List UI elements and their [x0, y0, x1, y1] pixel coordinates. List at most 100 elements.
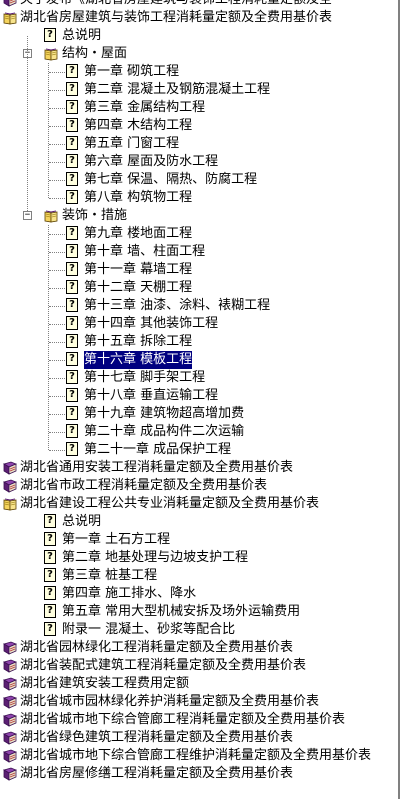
tree-connector-line	[49, 396, 65, 397]
tree-item-label: 结构・屋面	[62, 46, 128, 61]
open-book-icon	[3, 11, 17, 25]
closed-book-icon	[3, 641, 17, 655]
tree-item-label: 湖北省园林绿化工程消耗量定额及全费用基价表	[20, 640, 294, 655]
tree-item-label: 湖北省房屋建筑与装饰工程消耗量定额及全费用基价表	[20, 10, 333, 25]
tree-connector-line	[49, 90, 65, 91]
tree-item-label: 第八章 构筑物工程	[84, 190, 193, 205]
closed-book-icon	[3, 713, 17, 727]
tree-item[interactable]: 结构・屋面	[0, 45, 400, 63]
tree-item[interactable]: 湖北省市政工程消耗量定额及全费用基价表	[0, 477, 400, 495]
tree-connector-line	[27, 36, 28, 211]
help-topic-icon	[66, 172, 78, 186]
tree-connector-line	[49, 162, 65, 163]
tree-item-label: 第一章 土石方工程	[62, 532, 171, 547]
tree-connector-line	[49, 342, 65, 343]
help-topic-icon	[44, 604, 56, 618]
tree-connector-line	[49, 450, 65, 451]
help-topic-icon	[44, 568, 56, 582]
tree-connector-line	[49, 432, 65, 433]
tree-item-label: 第二章 混凝土及钢筋混凝土工程	[84, 82, 271, 97]
help-topic-icon	[66, 352, 78, 366]
tree-item[interactable]: 湖北省建设工程公共专业消耗量定额及全费用基价表	[0, 495, 400, 513]
tree-item-label: 关于发布《湖北省房屋建筑与装饰工程消耗量定额及全	[20, 0, 332, 9]
closed-book-icon	[3, 767, 17, 781]
help-topic-icon	[66, 136, 78, 150]
help-topic-icon	[66, 244, 78, 258]
tree-item[interactable]: 湖北省通用安装工程消耗量定额及全费用基价表	[0, 459, 400, 477]
help-topic-icon	[44, 550, 56, 564]
tree-connector-line	[48, 63, 49, 198]
help-topic-icon	[66, 262, 78, 276]
contents-tree[interactable]: 关于发布《湖北省房屋建筑与装饰工程消耗量定额及全湖北省房屋建筑与装饰工程消耗量定…	[0, 0, 400, 799]
tree-item-label: 第十章 墙、柱面工程	[84, 244, 206, 259]
closed-book-icon	[3, 695, 17, 709]
help-topic-icon	[66, 298, 78, 312]
open-book-icon	[44, 47, 58, 61]
closed-book-icon	[3, 731, 17, 745]
tree-item-label: 湖北省装配式建筑工程消耗量定额及全费用基价表	[20, 658, 307, 673]
tree-item[interactable]: 第二章 地基处理与边坡支护工程	[0, 549, 400, 567]
tree-item-label: 第九章 楼地面工程	[84, 226, 193, 241]
tree-item-label: 装饰・措施	[62, 208, 128, 223]
tree-item-label: 第六章 屋面及防水工程	[84, 154, 219, 169]
help-topic-icon	[66, 316, 78, 330]
help-topic-icon	[66, 280, 78, 294]
tree-item[interactable]: 总说明	[0, 513, 400, 531]
tree-item[interactable]: 湖北省城市地下综合管廊工程消耗量定额及全费用基价表	[0, 711, 400, 729]
tree-item-label: 第二十章 成品构件二次运输	[84, 424, 245, 439]
tree-item[interactable]: 湖北省园林绿化工程消耗量定额及全费用基价表	[0, 639, 400, 657]
tree-item-label: 第二章 地基处理与边坡支护工程	[62, 550, 249, 565]
tree-connector-line	[49, 378, 65, 379]
tree-connector-line	[49, 198, 65, 199]
tree-item-label: 第十五章 拆除工程	[84, 334, 193, 349]
tree-item[interactable]: 湖北省城市地下综合管廊工程维护消耗量定额及全费用基价表	[0, 747, 400, 765]
tree-connector-line	[49, 270, 65, 271]
tree-item-label: 第四章 木结构工程	[84, 118, 193, 133]
tree-item-label: 第五章 常用大型机械安拆及场外运输费用	[62, 604, 301, 619]
tree-item-label: 第二十一章 成品保护工程	[84, 442, 232, 457]
closed-book-icon	[3, 677, 17, 691]
tree-item-label: 湖北省城市地下综合管廊工程维护消耗量定额及全费用基价表	[20, 748, 372, 763]
tree-item[interactable]: 第一章 土石方工程	[0, 531, 400, 549]
closed-book-icon	[3, 479, 17, 493]
tree-item-label: 第三章 桩基工程	[62, 568, 158, 583]
tree-item[interactable]: 湖北省房屋修缮工程消耗量定额及全费用基价表	[0, 765, 400, 783]
tree-connector-line	[49, 288, 65, 289]
collapse-toggle-icon[interactable]	[23, 211, 32, 220]
tree-connector-line	[49, 234, 65, 235]
tree-item-label: 湖北省城市地下综合管廊工程消耗量定额及全费用基价表	[20, 712, 346, 727]
tree-item[interactable]: 湖北省建筑安装工程费用定额	[0, 675, 400, 693]
tree-item[interactable]: 总说明	[0, 27, 400, 45]
tree-item-label: 第四章 施工排水、降水	[62, 586, 197, 601]
open-book-icon	[3, 497, 17, 511]
tree-item-label: 湖北省建设工程公共专业消耗量定额及全费用基价表	[20, 496, 320, 511]
tree-connector-line	[49, 414, 65, 415]
help-topic-icon	[66, 118, 78, 132]
help-topic-icon	[66, 154, 78, 168]
tree-item-label: 湖北省通用安装工程消耗量定额及全费用基价表	[20, 460, 294, 475]
help-topic-icon	[66, 100, 78, 114]
tree-item-label: 湖北省建筑安装工程费用定额	[20, 676, 190, 691]
tree-item-label: 第十一章 幕墙工程	[84, 262, 193, 277]
tree-connector-line	[49, 108, 65, 109]
tree-item[interactable]: 湖北省房屋建筑与装饰工程消耗量定额及全费用基价表	[0, 9, 400, 27]
tree-item[interactable]: 湖北省城市园林绿化养护消耗量定额及全费用基价表	[0, 693, 400, 711]
tree-item-label: 第十七章 脚手架工程	[84, 370, 206, 385]
tree-item-label: 第十四章 其他装饰工程	[84, 316, 219, 331]
help-topic-icon	[44, 532, 56, 546]
help-topic-icon	[66, 334, 78, 348]
tree-item[interactable]: 第四章 施工排水、降水	[0, 585, 400, 603]
help-topic-icon	[66, 64, 78, 78]
tree-item[interactable]: 装饰・措施	[0, 207, 400, 225]
tree-item[interactable]: 第三章 桩基工程	[0, 567, 400, 585]
tree-item[interactable]: 附录一 混凝土、砂浆等配合比	[0, 621, 400, 639]
tree-connector-line	[49, 72, 65, 73]
tree-item[interactable]: 关于发布《湖北省房屋建筑与装饰工程消耗量定额及全	[0, 0, 400, 9]
tree-item[interactable]: 第五章 常用大型机械安拆及场外运输费用	[0, 603, 400, 621]
help-topic-icon	[66, 442, 78, 456]
help-topic-icon	[66, 226, 78, 240]
tree-item[interactable]: 湖北省绿色建筑工程消耗量定额及全费用基价表	[0, 729, 400, 747]
tree-item-label: 第一章 砌筑工程	[84, 64, 180, 79]
tree-item[interactable]: 湖北省装配式建筑工程消耗量定额及全费用基价表	[0, 657, 400, 675]
closed-book-icon	[3, 749, 17, 763]
